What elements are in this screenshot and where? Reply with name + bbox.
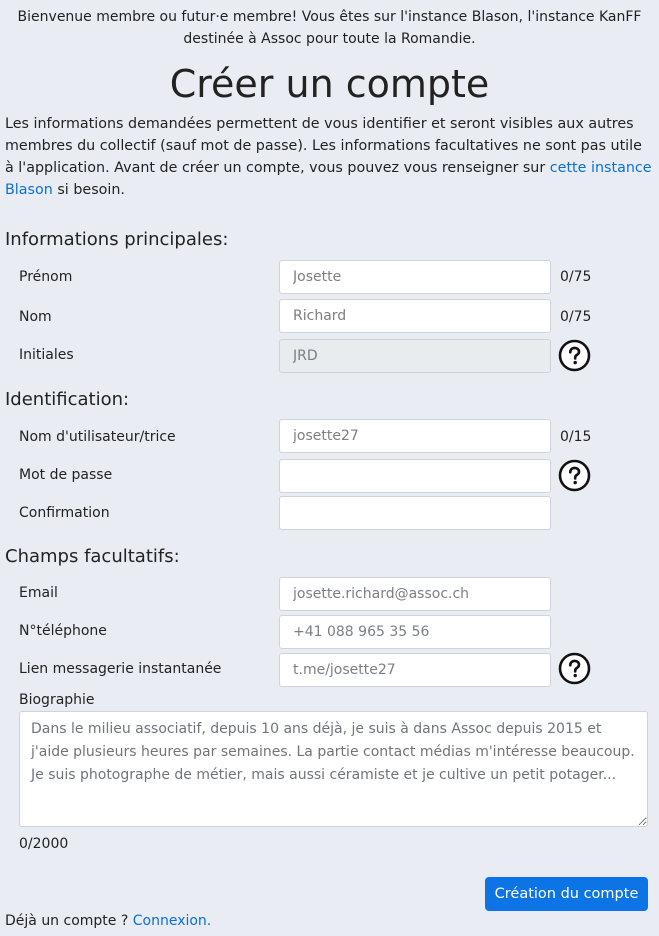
section-title-identification: Identification: [5,389,130,410]
bio-counter: 0/2000 [19,836,69,852]
messaging-input[interactable] [279,653,551,687]
password-input[interactable] [279,459,551,493]
intro-text-end: si besoin. [52,182,125,198]
phone-label: N°téléphone [19,623,107,639]
email-input[interactable] [279,577,551,611]
lastname-counter: 0/75 [560,309,592,325]
login-prompt: Déjà un compte ? Connexion. [5,913,211,929]
signup-page: Bienvenue membre ou futur·e membre! Vous… [0,0,659,936]
initials-label: Initiales [19,347,74,363]
welcome-line-2: destinée à Assoc pour toute la Romandie. [183,31,476,47]
confirmation-input[interactable] [279,496,551,530]
question-circle-icon[interactable] [558,339,591,372]
section-title-main: Informations principales: [5,229,229,250]
question-circle-icon[interactable] [558,652,591,685]
firstname-counter: 0/75 [560,269,592,285]
confirmation-label: Confirmation [19,505,110,521]
bio-textarea[interactable] [19,711,648,827]
login-prompt-text: Déjà un compte ? [5,913,133,929]
phone-input[interactable] [279,615,551,649]
lastname-input[interactable] [279,299,551,333]
section-title-optional: Champs facultatifs: [5,546,180,567]
login-link[interactable]: Connexion. [133,913,212,929]
messaging-label: Lien messagerie instantanée [19,661,222,677]
username-counter: 0/15 [560,429,592,445]
intro-paragraph: Les informations demandées permettent de… [5,113,653,201]
intro-text: Les informations demandées permettent de… [5,116,642,176]
username-input[interactable] [279,419,551,453]
initials-input [279,339,551,373]
username-label: Nom d'utilisateur/trice [19,429,176,445]
welcome-line-1: Bienvenue membre ou futur·e membre! Vous… [17,9,642,25]
page-title: Créer un compte [169,62,490,106]
lastname-label: Nom [19,309,52,325]
question-circle-icon[interactable] [558,459,591,492]
bio-label: Biographie [19,692,95,708]
firstname-label: Prénom [19,269,73,285]
create-account-button[interactable]: Création du compte [485,877,648,911]
email-label: Email [19,585,58,601]
firstname-input[interactable] [279,260,551,294]
password-label: Mot de passe [19,467,113,483]
welcome-banner: Bienvenue membre ou futur·e membre! Vous… [0,6,659,50]
